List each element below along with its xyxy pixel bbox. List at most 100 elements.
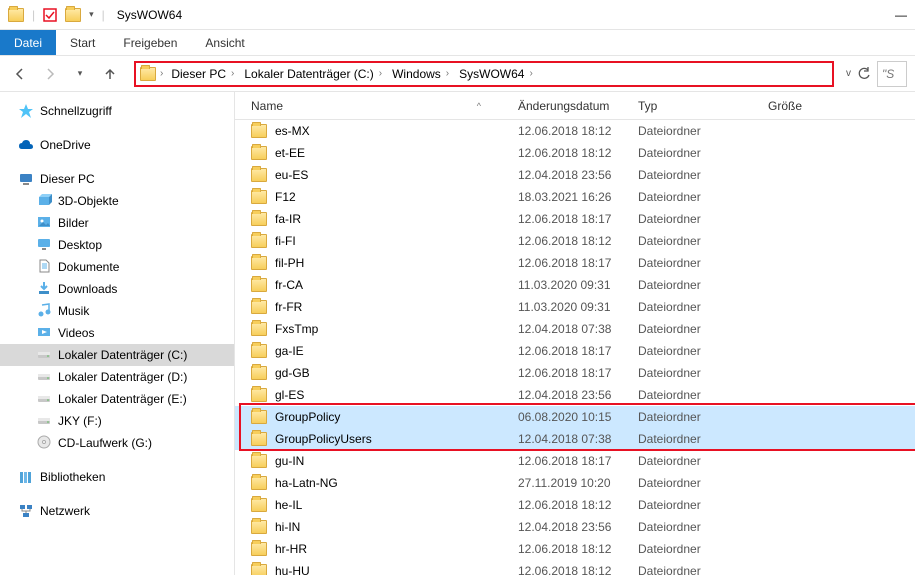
file-list[interactable]: es-MX12.06.2018 18:12Dateiordneret-EE12.…: [235, 120, 915, 575]
crumb[interactable]: SysWOW64›: [455, 65, 537, 83]
tree-item[interactable]: Lokaler Datenträger (C:): [0, 344, 234, 366]
chevron-right-icon[interactable]: ›: [446, 68, 449, 79]
file-row[interactable]: he-IL12.06.2018 18:12Dateiordner: [235, 494, 915, 516]
tree-network[interactable]: Netzwerk: [0, 500, 234, 522]
file-row[interactable]: gl-ES12.04.2018 23:56Dateiordner: [235, 384, 915, 406]
column-headers: Name^ Änderungsdatum Typ Größe: [235, 92, 915, 120]
file-date: 12.06.2018 18:17: [510, 454, 630, 468]
col-size[interactable]: Größe: [760, 99, 840, 113]
file-type: Dateiordner: [630, 212, 760, 226]
file-row[interactable]: et-EE12.06.2018 18:12Dateiordner: [235, 142, 915, 164]
col-name[interactable]: Name^: [235, 99, 510, 113]
star-icon: [18, 103, 34, 119]
qat-folder-icon[interactable]: [65, 8, 81, 22]
tab-file[interactable]: Datei: [0, 30, 56, 55]
file-name: fr-FR: [275, 300, 302, 314]
up-button[interactable]: [98, 62, 122, 86]
tab-share[interactable]: Freigeben: [109, 30, 191, 55]
tree-item[interactable]: CD-Laufwerk (G:): [0, 432, 234, 454]
address-bar[interactable]: › Dieser PC›Lokaler Datenträger (C:)›Win…: [134, 61, 834, 87]
tree-icon: [36, 390, 52, 409]
refresh-icon[interactable]: [857, 67, 871, 81]
file-row[interactable]: F1218.03.2021 16:26Dateiordner: [235, 186, 915, 208]
file-row[interactable]: gu-IN12.06.2018 18:17Dateiordner: [235, 450, 915, 472]
file-row[interactable]: GroupPolicy06.08.2020 10:15Dateiordner: [235, 406, 915, 428]
file-row[interactable]: GroupPolicyUsers12.04.2018 07:38Dateiord…: [235, 428, 915, 450]
tree-item[interactable]: Bilder: [0, 212, 234, 234]
recent-dropdown-icon[interactable]: ▾: [68, 62, 92, 86]
tab-start[interactable]: Start: [56, 30, 109, 55]
folder-icon: [251, 234, 267, 248]
chevron-right-icon[interactable]: ›: [160, 68, 163, 79]
tree-label: Lokaler Datenträger (D:): [58, 370, 187, 384]
tree-item[interactable]: Videos: [0, 322, 234, 344]
file-row[interactable]: fi-FI12.06.2018 18:12Dateiordner: [235, 230, 915, 252]
file-row[interactable]: fil-PH12.06.2018 18:17Dateiordner: [235, 252, 915, 274]
file-type: Dateiordner: [630, 432, 760, 446]
tree-libraries[interactable]: Bibliotheken: [0, 466, 234, 488]
tree-item[interactable]: Lokaler Datenträger (D:): [0, 366, 234, 388]
minimize-button[interactable]: —: [895, 8, 907, 22]
back-button[interactable]: [8, 62, 32, 86]
forward-button[interactable]: [38, 62, 62, 86]
file-type: Dateiordner: [630, 454, 760, 468]
file-row[interactable]: es-MX12.06.2018 18:12Dateiordner: [235, 120, 915, 142]
breadcrumb: Dieser PC›Lokaler Datenträger (C:)›Windo…: [167, 65, 828, 83]
folder-icon: [251, 278, 267, 292]
folder-icon: [251, 168, 267, 182]
file-row[interactable]: hu-HU12.06.2018 18:12Dateiordner: [235, 560, 915, 575]
tree-quickaccess[interactable]: Schnellzugriff: [0, 100, 234, 122]
file-date: 12.06.2018 18:12: [510, 146, 630, 160]
titlebar: | ▾ | SysWOW64 —: [0, 0, 915, 30]
tree-icon: [36, 324, 52, 343]
file-row[interactable]: fr-FR11.03.2020 09:31Dateiordner: [235, 296, 915, 318]
tree-item[interactable]: Desktop: [0, 234, 234, 256]
file-date: 12.04.2018 07:38: [510, 432, 630, 446]
tree-onedrive[interactable]: OneDrive: [0, 134, 234, 156]
file-row[interactable]: fr-CA11.03.2020 09:31Dateiordner: [235, 274, 915, 296]
tree-label: Dokumente: [58, 260, 119, 274]
chevron-right-icon[interactable]: ›: [379, 68, 382, 79]
crumb[interactable]: Windows›: [388, 65, 453, 83]
file-type: Dateiordner: [630, 146, 760, 160]
tree-item[interactable]: Downloads: [0, 278, 234, 300]
tab-view[interactable]: Ansicht: [191, 30, 258, 55]
file-row[interactable]: gd-GB12.06.2018 18:17Dateiordner: [235, 362, 915, 384]
ribbon-tabs: Datei Start Freigeben Ansicht: [0, 30, 915, 56]
cloud-icon: [18, 137, 34, 153]
crumb-label: Dieser PC: [171, 67, 226, 81]
file-row[interactable]: ha-Latn-NG27.11.2019 10:20Dateiordner: [235, 472, 915, 494]
tree-label: Bilder: [58, 216, 89, 230]
folder-icon: [251, 344, 267, 358]
address-dropdown-icon[interactable]: v: [846, 68, 851, 79]
chevron-right-icon[interactable]: ›: [231, 68, 234, 79]
file-row[interactable]: ga-IE12.06.2018 18:17Dateiordner: [235, 340, 915, 362]
folder-icon: [251, 542, 267, 556]
tree-item[interactable]: 3D-Objekte: [0, 190, 234, 212]
nav-tree[interactable]: Schnellzugriff OneDrive Dieser PC 3D-Obj…: [0, 92, 235, 575]
qat-dropdown-icon[interactable]: ▾: [89, 9, 94, 20]
tree-item[interactable]: Musik: [0, 300, 234, 322]
file-row[interactable]: eu-ES12.04.2018 23:56Dateiordner: [235, 164, 915, 186]
file-name: hi-IN: [275, 520, 300, 534]
tree-item[interactable]: Dokumente: [0, 256, 234, 278]
checkbox-icon[interactable]: [43, 8, 57, 22]
crumb[interactable]: Dieser PC ›: [167, 65, 238, 83]
col-type[interactable]: Typ: [630, 99, 760, 113]
file-date: 12.06.2018 18:12: [510, 498, 630, 512]
col-date[interactable]: Änderungsdatum: [510, 99, 630, 113]
file-row[interactable]: hi-IN12.04.2018 23:56Dateiordner: [235, 516, 915, 538]
search-input[interactable]: "S: [877, 61, 907, 87]
tree-item[interactable]: Lokaler Datenträger (E:): [0, 388, 234, 410]
file-row[interactable]: hr-HR12.06.2018 18:12Dateiordner: [235, 538, 915, 560]
file-row[interactable]: fa-IR12.06.2018 18:17Dateiordner: [235, 208, 915, 230]
crumb[interactable]: Lokaler Datenträger (C:)›: [240, 65, 386, 83]
chevron-right-icon[interactable]: ›: [529, 68, 532, 79]
tree-item[interactable]: JKY (F:): [0, 410, 234, 432]
file-pane: Name^ Änderungsdatum Typ Größe es-MX12.0…: [235, 92, 915, 575]
folder-icon: [251, 454, 267, 468]
tree-thispc[interactable]: Dieser PC: [0, 168, 234, 190]
file-row[interactable]: FxsTmp12.04.2018 07:38Dateiordner: [235, 318, 915, 340]
file-type: Dateiordner: [630, 410, 760, 424]
pc-icon: [18, 171, 34, 187]
